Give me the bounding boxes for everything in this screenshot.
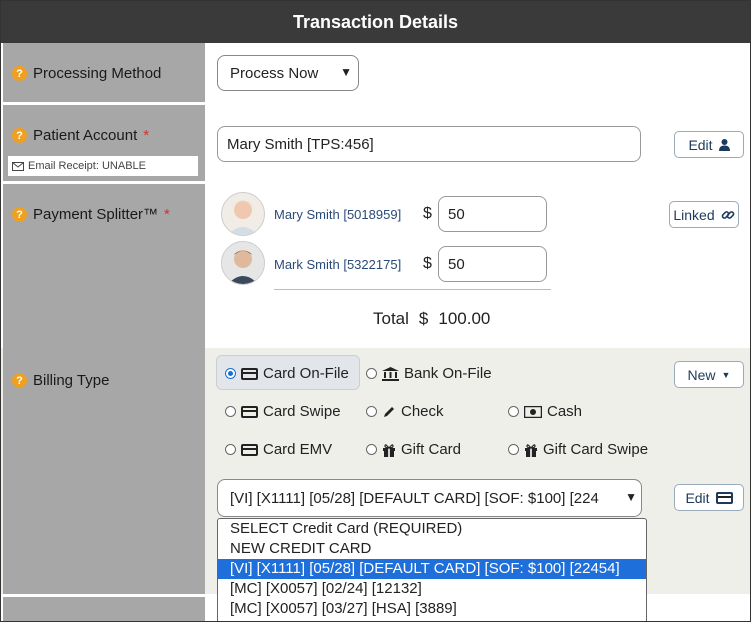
radio-button[interactable] [225, 444, 236, 455]
payment-splitter-label-cell: ? Payment Splitter™ * [3, 184, 205, 348]
gift-icon [383, 443, 395, 457]
billing-option-card-on-file[interactable]: Card On-File [225, 365, 349, 382]
credit-card-icon [715, 491, 733, 504]
help-icon[interactable]: ? [12, 66, 27, 81]
split-amount-input[interactable]: 50 [438, 196, 547, 232]
user-icon [718, 138, 730, 151]
transaction-details-panel: Transaction Details ? Processing Method … [0, 0, 751, 622]
processing-method-label-cell: ? Processing Method [3, 43, 205, 102]
credit-card-options-list[interactable]: SELECT Credit Card (REQUIRED) NEW CREDIT… [217, 518, 647, 621]
processing-method-value: Process Now [230, 64, 319, 82]
chevron-down-icon: ▼ [340, 65, 352, 79]
payment-splitter-content: Mary Smith [5018959] $ 50 Mark Smith [53… [205, 184, 750, 348]
processing-method-row: ? Processing Method Process Now ▼ [1, 43, 750, 105]
avatar [221, 192, 265, 236]
credit-card-option[interactable]: [MC] [X0057] [03/27] [HSA] [3889] [218, 599, 646, 619]
split-amount-input[interactable]: 50 [438, 246, 547, 282]
help-icon[interactable]: ? [12, 128, 27, 143]
billing-option-bank-on-file[interactable]: Bank On-File [366, 365, 492, 382]
processing-method-content: Process Now ▼ [205, 43, 750, 102]
radio-button[interactable] [225, 368, 236, 379]
payment-splitter-label: ? Payment Splitter™ * [12, 206, 170, 223]
help-icon[interactable]: ? [12, 373, 27, 388]
payment-splitter-row: ? Payment Splitter™ * Mary Smith [5018959… [1, 184, 750, 351]
patient-account-content: Mary Smith [TPS:456] Edit [205, 105, 750, 181]
billing-type-label: ? Billing Type [12, 372, 109, 389]
credit-card-select[interactable]: [VI] [X1111] [05/28] [DEFAULT CARD] [SOF… [217, 479, 642, 517]
radio-button[interactable] [366, 406, 377, 417]
edit-patient-button[interactable]: Edit [674, 131, 744, 158]
radio-button[interactable] [366, 368, 377, 379]
radio-button[interactable] [508, 444, 519, 455]
billing-option-gift-card[interactable]: Gift Card [366, 441, 461, 458]
credit-card-option[interactable]: [MC] [X0057] [02/24] [12132] [218, 579, 646, 599]
bank-icon [382, 366, 399, 381]
billing-option-card-swipe[interactable]: Card Swipe [225, 403, 341, 420]
next-row-label-cell [3, 597, 205, 621]
money-bill-icon [524, 405, 542, 418]
radio-button[interactable] [366, 444, 377, 455]
credit-card-icon [241, 443, 258, 456]
billing-option-gift-card-swipe[interactable]: Gift Card Swipe [508, 441, 648, 458]
patient-account-label: ? Patient Account * [12, 127, 149, 144]
avatar [221, 241, 265, 285]
patient-link[interactable]: Mark Smith [5322175] [274, 257, 401, 272]
billing-type-label-cell: ? Billing Type [3, 348, 205, 594]
chevron-down-icon: ▼ [622, 490, 637, 504]
patient-link[interactable]: Mary Smith [5018959] [274, 207, 401, 222]
radio-button[interactable] [508, 406, 519, 417]
caret-down-icon: ▼ [721, 369, 731, 380]
credit-card-icon [241, 367, 258, 380]
credit-card-icon [241, 405, 258, 418]
patient-account-input[interactable]: Mary Smith [TPS:456] [217, 126, 641, 162]
new-payment-method-button[interactable]: New ▼ [674, 361, 744, 388]
currency-symbol: $ [423, 205, 432, 222]
billing-option-check[interactable]: Check [366, 403, 444, 420]
radio-button[interactable] [225, 406, 236, 417]
edit-card-button[interactable]: Edit [674, 484, 744, 511]
split-total: Total $ 100.00 [373, 309, 491, 328]
required-asterisk: * [164, 206, 170, 223]
processing-method-select[interactable]: Process Now ▼ [217, 55, 359, 91]
billing-option-cash[interactable]: Cash [508, 403, 582, 420]
link-icon [721, 210, 734, 219]
envelope-icon [12, 161, 24, 171]
credit-card-option[interactable]: SELECT Credit Card (REQUIRED) [218, 519, 646, 539]
billing-option-card-emv[interactable]: Card EMV [225, 441, 332, 458]
divider [274, 289, 551, 290]
credit-card-option[interactable]: NEW CREDIT CARD [218, 539, 646, 559]
currency-symbol: $ [423, 255, 432, 272]
processing-method-label: ? Processing Method [12, 65, 161, 82]
required-asterisk: * [143, 127, 150, 144]
panel-title: Transaction Details [1, 1, 750, 43]
linked-button[interactable]: Linked [669, 201, 739, 228]
credit-card-option-selected[interactable]: [VI] [X1111] [05/28] [DEFAULT CARD] [SOF… [218, 559, 646, 579]
pen-icon [384, 406, 394, 417]
gift-icon [525, 443, 537, 457]
email-receipt-status: Email Receipt: UNABLE [8, 156, 198, 176]
help-icon[interactable]: ? [12, 207, 27, 222]
